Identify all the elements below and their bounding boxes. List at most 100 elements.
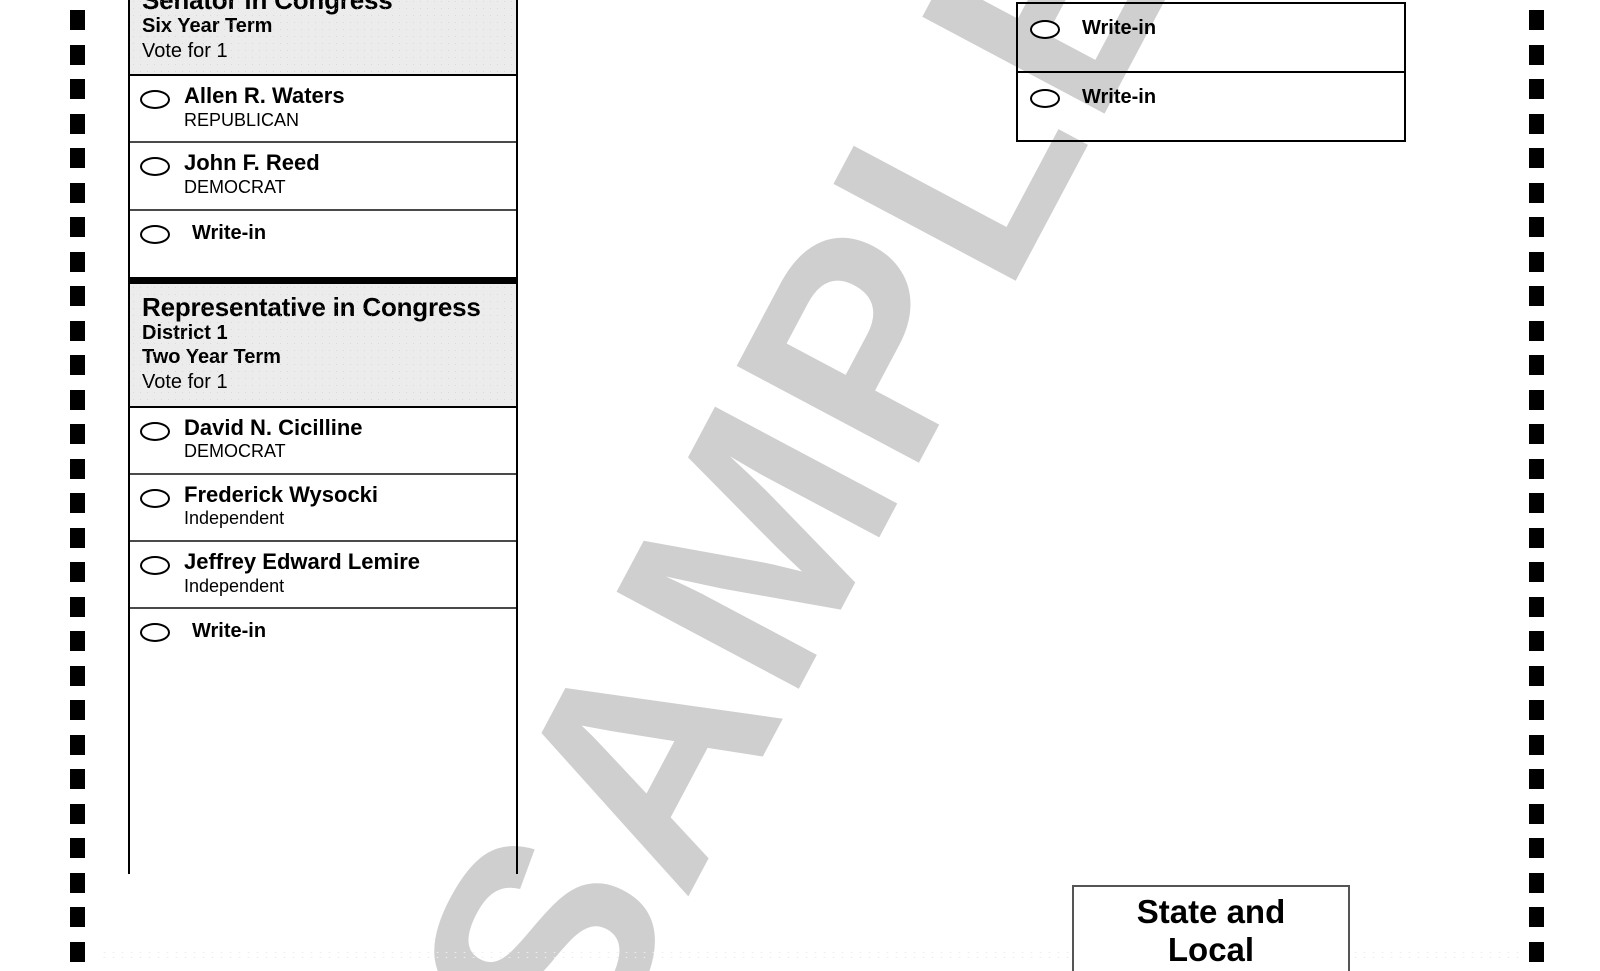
timing-mark [70,872,85,893]
timing-mark [1529,596,1544,617]
candidate-name: Allen R. Waters [184,83,345,109]
candidate-option-row[interactable]: Frederick Wysocki Independent [130,475,516,542]
timing-mark [1529,320,1544,341]
timing-mark [70,700,85,720]
vote-bubble-oval-icon[interactable] [140,556,170,575]
timing-mark [70,769,85,789]
candidate-option-row[interactable]: David N. Cicilline DEMOCRAT [130,408,516,475]
timing-mark [1529,700,1544,720]
writein-option-row[interactable]: Write-in [1018,4,1404,73]
candidate-text: Frederick Wysocki Independent [184,482,378,530]
contest-header: Senator in Congress Six Year Term Vote for… [130,0,516,77]
candidate-party: REPUBLICAN [184,109,300,130]
vote-bubble-oval-icon[interactable] [140,421,170,441]
timing-mark [1529,803,1544,824]
timing-mark [70,251,85,272]
vote-bubble-oval-icon[interactable] [140,90,170,110]
timing-mark [70,320,85,341]
timing-mark [70,493,85,513]
timing-mark [1529,493,1544,513]
timing-mark [1529,527,1544,548]
writein-continuation-box: Write-in Write-in [1016,2,1406,142]
timing-mark [1529,562,1544,582]
candidate-party: DEMOCRAT [184,177,286,198]
writein-option-row[interactable]: Write-in [130,609,516,675]
vote-bubble-oval-icon[interactable] [140,157,170,177]
timing-mark [1529,872,1544,893]
section-header-line-1: State and [1136,893,1286,930]
contest-instruction: Vote for 1 [142,370,228,393]
timing-mark [1529,734,1544,755]
timing-mark [70,217,85,237]
candidate-option-row[interactable]: John F. Reed DEMOCRAT [130,143,516,211]
timing-mark [70,113,85,134]
vote-bubble-oval-icon[interactable] [140,224,170,244]
candidate-text: Allen R. Waters REPUBLICAN [184,84,345,131]
timing-mark [1529,838,1544,858]
timing-mark [1529,217,1544,237]
timing-mark [70,355,85,375]
candidate-text: David N. Cicilline DEMOCRAT [184,414,363,463]
contest: Senator in Congress Six Year Term Vote for… [130,0,516,277]
timing-mark [70,562,85,582]
timing-mark [1529,355,1544,375]
timing-mark [1529,665,1544,686]
timing-mark [1529,907,1544,927]
writein-label: Write-in [1082,86,1157,108]
vote-bubble-oval-icon[interactable] [140,488,170,508]
contest-subtitle: District 1 [142,321,228,344]
writein-option-row[interactable]: Write-in [1018,73,1404,142]
timing-mark [70,907,85,927]
timing-mark [1529,458,1544,479]
candidate-name: John F. Reed [184,150,320,176]
ballot-column-left: Senator in Congress Six Year Term Vote for… [128,0,518,874]
candidate-name: David N. Cicilline [184,414,363,440]
timing-mark [70,44,85,65]
timing-mark [1529,182,1544,203]
ballot-page: SAMPLE Senator in Congress Six Year Term V… [0,0,1600,971]
timing-mark [1529,941,1544,962]
contest-header: Representative in Congress District 1 Two … [130,283,516,408]
timing-mark [70,734,85,755]
timing-mark [70,458,85,479]
vote-bubble-oval-icon[interactable] [1030,89,1060,108]
candidate-option-row[interactable]: Jeffrey Edward Lemire Independent [130,542,516,610]
timing-mark [70,665,85,686]
writein-option-row[interactable]: Write-in [130,211,516,277]
vote-bubble-oval-icon[interactable] [1030,20,1060,39]
candidate-text: John F. Reed DEMOCRAT [184,151,320,198]
candidate-name: Jeffrey Edward Lemire [184,549,420,574]
timing-mark [1529,148,1544,168]
timing-mark [70,79,85,99]
candidate-party: Independent [184,575,285,596]
vote-bubble-oval-icon[interactable] [140,623,170,643]
timing-mark [70,941,85,962]
contest-title: Senator in Congress [142,0,393,15]
candidate-option-row[interactable]: Allen R. Waters REPUBLICAN [130,76,516,144]
contest: Representative in Congress District 1 Two … [130,276,516,676]
timing-mark [70,286,85,306]
contest-instruction: Vote for 1 [142,39,228,62]
timing-marks-left [70,0,86,971]
timing-mark [1529,44,1544,65]
candidate-party: Independent [184,508,285,529]
writein-label: Write-in [192,620,267,643]
candidate-text: Jeffrey Edward Lemire Independent [184,549,420,597]
timing-mark [1529,251,1544,272]
timing-mark [70,10,85,30]
timing-mark [1529,286,1544,306]
contest-subtitle: Six Year Term [142,15,273,38]
timing-mark [70,182,85,203]
timing-mark [70,631,85,651]
timing-mark [70,803,85,824]
section-header-line-2: Local [1167,930,1255,968]
timing-mark [1529,389,1544,410]
timing-mark [70,527,85,548]
contest-list: Senator in Congress Six Year Term Vote for… [130,0,516,675]
timing-mark [1529,424,1544,444]
section-header-state-and-local: State and Local [1072,885,1350,971]
candidate-party: DEMOCRAT [184,441,286,462]
writein-label: Write-in [192,221,267,244]
timing-mark [70,838,85,858]
timing-mark [1529,113,1544,134]
